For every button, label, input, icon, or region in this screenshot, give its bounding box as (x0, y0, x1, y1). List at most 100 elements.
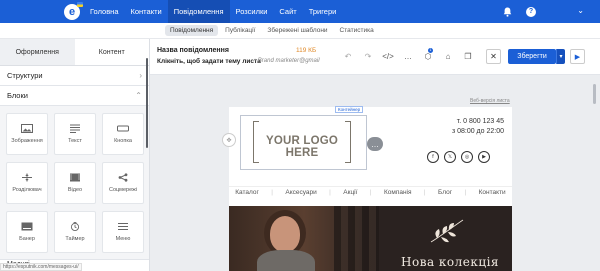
nav-item-campaigns[interactable]: Розсилки (230, 0, 274, 23)
block-label: Банер (19, 236, 35, 242)
banner-icon (21, 222, 33, 231)
editor-header: Назва повідомлення 119 КБ Клікніть, щоб … (150, 39, 600, 75)
block-label: Меню (115, 236, 131, 242)
share-icon (118, 173, 128, 182)
text-icon (70, 124, 80, 133)
nav-item-site[interactable]: Сайт (273, 0, 302, 23)
block-image[interactable]: Зображення (6, 113, 48, 155)
message-title[interactable]: Назва повідомлення (157, 47, 229, 54)
web-version-link[interactable]: Веб-версія листа (470, 98, 510, 104)
tab-design[interactable]: Оформлення (0, 39, 75, 65)
subject-field[interactable]: Клікніть, щоб задати тему листа (157, 58, 261, 65)
content-panel: Оформлення Контент Структури › Блоки ⌃ З… (0, 39, 150, 271)
chevron-down-icon: ▾ (559, 54, 563, 60)
block-label: Текст (68, 138, 82, 144)
menu-icon (118, 223, 128, 230)
menu-item-accessories[interactable]: Аксесуари (285, 189, 316, 196)
preview-button[interactable]: ▶ (570, 49, 585, 64)
top-navigation: e Головна Контакти Повідомлення Розсилки… (0, 0, 600, 23)
block-text[interactable]: Текст (54, 113, 96, 155)
nav-item-messages[interactable]: Повідомлення (167, 0, 230, 23)
menu-separator: | (464, 189, 467, 196)
block-video[interactable]: Відео (54, 162, 96, 204)
hero-title: Нова колекція (401, 255, 499, 269)
close-button[interactable]: ✕ (486, 49, 501, 64)
divider-icon (22, 173, 32, 182)
copy-icon[interactable]: ❐ (463, 51, 473, 61)
status-url: https://esputnik.com/messages-ui/ (0, 263, 82, 271)
block-label: Розділювач (12, 187, 42, 193)
message-size: 119 КБ (296, 47, 317, 54)
sub-navigation: Повідомлення Публікації Збережені шаблон… (0, 23, 600, 39)
drag-handle-icon[interactable]: ✥ (222, 133, 236, 147)
structures-label: Структури (7, 71, 43, 80)
email-menu: Каталог | Аксесуари | Акції | Компанія |… (229, 186, 512, 198)
play-icon: ▶ (574, 53, 581, 61)
sender-address[interactable]: • Brand marketer@gmail (254, 58, 320, 64)
hero-photo-shadows (334, 206, 379, 271)
container-tag: Контейнер (335, 106, 364, 113)
video-icon (70, 173, 80, 182)
hero-banner[interactable]: Нова колекція (229, 206, 512, 271)
image-icon (21, 124, 33, 133)
menu-item-contacts[interactable]: Контакти (479, 189, 506, 196)
chevron-right-icon: › (139, 71, 142, 80)
subtab-messages[interactable]: Повідомлення (165, 25, 219, 36)
scrollbar-thumb[interactable] (593, 84, 596, 104)
undo-icon[interactable]: ↶ (343, 51, 353, 61)
leaf-branch-icon (430, 219, 464, 243)
instagram-icon[interactable]: ◎ (461, 151, 473, 163)
phone-text: т. 0 800 123 45 (456, 118, 504, 125)
more-icon[interactable]: … (403, 51, 413, 61)
subtab-publications[interactable]: Публікації (220, 25, 260, 36)
menu-separator: | (271, 189, 273, 196)
redo-icon[interactable]: ↷ (363, 51, 373, 61)
timer-icon (70, 222, 80, 231)
menu-item-catalog[interactable]: Каталог (235, 189, 259, 196)
bell-icon[interactable] (503, 7, 512, 17)
block-label: Кнопка (114, 138, 132, 144)
menu-item-promotions[interactable]: Акції (343, 189, 357, 196)
save-options-button[interactable]: ▾ (556, 49, 565, 64)
hero-photo-body (257, 250, 315, 271)
block-menu[interactable]: Меню (102, 211, 144, 253)
inbox-icon[interactable]: ⌂ (443, 51, 453, 61)
notification-badge: 1 (428, 48, 433, 53)
subtab-saved-templates[interactable]: Збережені шаблони (262, 25, 332, 36)
hero-photo-face (270, 216, 300, 252)
block-more-button[interactable]: … (367, 137, 383, 151)
youtube-icon[interactable]: ▶ (478, 151, 490, 163)
logo-placeholder[interactable]: YOUR LOGO HERE (253, 121, 351, 163)
menu-item-blog[interactable]: Блог (438, 189, 452, 196)
blocks-section[interactable]: Блоки ⌃ (0, 86, 149, 106)
structures-section[interactable]: Структури › (0, 66, 149, 86)
nav-item-contacts[interactable]: Контакти (125, 0, 168, 23)
facebook-icon[interactable]: f (427, 151, 439, 163)
button-icon (117, 125, 129, 132)
nav-item-home[interactable]: Головна (84, 0, 125, 23)
block-button[interactable]: Кнопка (102, 113, 144, 155)
menu-separator: | (329, 189, 331, 196)
blocks-label: Блоки (7, 91, 28, 100)
block-banner[interactable]: Банер (6, 211, 48, 253)
menu-item-company[interactable]: Компанія (384, 189, 412, 196)
logo-text: YOUR LOGO HERE (265, 135, 339, 159)
code-icon[interactable]: </> (382, 51, 394, 61)
left-scrollbar[interactable] (146, 58, 148, 148)
chevron-down-icon[interactable]: ⌄ (577, 6, 584, 15)
menu-separator: | (423, 189, 426, 196)
hours-text: з 08:00 до 22:00 (451, 128, 504, 135)
help-icon[interactable]: ? (526, 6, 536, 17)
menu-separator: | (369, 189, 372, 196)
app-logo[interactable]: e (60, 0, 84, 23)
block-social[interactable]: Соцмережі (102, 162, 144, 204)
save-button[interactable]: Зберегти (508, 49, 556, 64)
blocks-grid: Зображення Текст Кнопка Розділювач Відео… (0, 106, 149, 260)
subtab-statistics[interactable]: Статистика (335, 25, 379, 36)
twitter-icon[interactable]: 𝕏 (444, 151, 456, 163)
block-timer[interactable]: Таймер (54, 211, 96, 253)
tab-content[interactable]: Контент (74, 39, 149, 65)
canvas-scrollbar[interactable] (592, 80, 597, 266)
nav-item-triggers[interactable]: Тригери (303, 0, 343, 23)
block-divider[interactable]: Розділювач (6, 162, 48, 204)
